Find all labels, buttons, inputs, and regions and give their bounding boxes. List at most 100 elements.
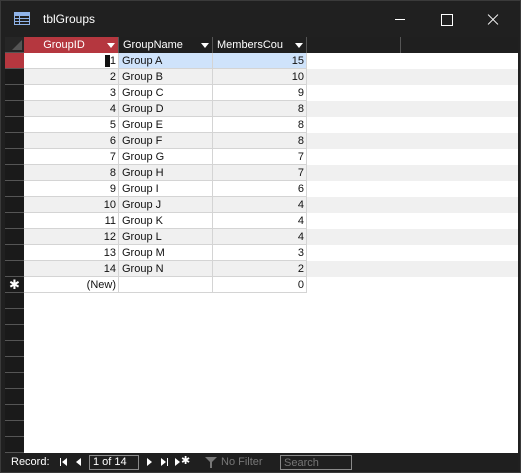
- cell-groupname[interactable]: Group L: [119, 229, 213, 245]
- table-row[interactable]: 6 Group F8: [24, 133, 518, 149]
- new-record-selector[interactable]: ✱: [5, 277, 24, 293]
- cell-groupid[interactable]: 8: [24, 165, 119, 181]
- record-selector[interactable]: [5, 245, 24, 261]
- table-row[interactable]: 10 Group J4: [24, 197, 518, 213]
- cell-groupname[interactable]: Group I: [119, 181, 213, 197]
- dropdown-arrow-icon[interactable]: [107, 43, 115, 48]
- cell-memberscount[interactable]: 6: [213, 181, 307, 197]
- cell-memberscount[interactable]: 8: [213, 117, 307, 133]
- record-selector[interactable]: [5, 261, 24, 277]
- cell-groupname[interactable]: Group H: [119, 165, 213, 181]
- horizontal-scrollbar[interactable]: [357, 457, 515, 467]
- record-selector[interactable]: [5, 229, 24, 245]
- cell-memberscount[interactable]: 15: [213, 53, 307, 69]
- record-selector[interactable]: [5, 53, 24, 69]
- cell-memberscount[interactable]: 7: [213, 165, 307, 181]
- cell-memberscount[interactable]: 2: [213, 261, 307, 277]
- cell-memberscount[interactable]: 4: [213, 213, 307, 229]
- column-header-groupname[interactable]: GroupName: [119, 37, 213, 53]
- record-selector[interactable]: [5, 197, 24, 213]
- cell-groupname[interactable]: Group J: [119, 197, 213, 213]
- cell-groupid[interactable]: 10: [24, 197, 119, 213]
- cell-groupid[interactable]: 6: [24, 133, 119, 149]
- last-record-button[interactable]: [158, 455, 172, 469]
- table-row[interactable]: 13 Group M3: [24, 245, 518, 261]
- cell-groupid[interactable]: (New): [24, 277, 119, 293]
- table-row[interactable]: 14 Group N2: [24, 261, 518, 277]
- table-row[interactable]: 3 Group C9: [24, 85, 518, 101]
- cell-groupid[interactable]: 11: [24, 213, 119, 229]
- cell-groupname[interactable]: Group D: [119, 101, 213, 117]
- dropdown-arrow-icon[interactable]: [201, 43, 209, 48]
- cell-groupid[interactable]: 5: [24, 117, 119, 133]
- new-record-button[interactable]: ✱: [173, 455, 191, 469]
- table-row[interactable]: 1 Group A 15: [24, 53, 518, 69]
- cell-groupname[interactable]: Group E: [119, 117, 213, 133]
- close-button[interactable]: [469, 1, 515, 37]
- cell-groupid[interactable]: 12: [24, 229, 119, 245]
- cell-groupid[interactable]: 7: [24, 149, 119, 165]
- cell-groupname[interactable]: Group F: [119, 133, 213, 149]
- table-row[interactable]: 2 Group B 10: [24, 69, 518, 85]
- dropdown-arrow-icon[interactable]: [295, 43, 303, 48]
- cell-memberscount[interactable]: 8: [213, 101, 307, 117]
- next-record-button[interactable]: [143, 455, 157, 469]
- table-row[interactable]: 11 Group K4: [24, 213, 518, 229]
- current-record-input[interactable]: 1 of 14: [89, 455, 139, 470]
- record-selector[interactable]: [5, 133, 24, 149]
- maximize-button[interactable]: [423, 1, 469, 37]
- record-selector[interactable]: [5, 101, 24, 117]
- record-selector[interactable]: [5, 85, 24, 101]
- cell-groupname[interactable]: Group B: [119, 69, 213, 85]
- filter-status[interactable]: No Filter: [221, 456, 263, 468]
- table-row[interactable]: 4 Group D8: [24, 101, 518, 117]
- column-header-label: MembersCou: [217, 39, 284, 51]
- search-input[interactable]: [280, 455, 352, 470]
- cell-groupname[interactable]: Group N: [119, 261, 213, 277]
- previous-record-button[interactable]: [72, 455, 86, 469]
- cell-groupid[interactable]: 13: [24, 245, 119, 261]
- cell-memberscount[interactable]: 0: [213, 277, 307, 293]
- cell-groupid[interactable]: 14: [24, 261, 119, 277]
- record-selector[interactable]: [5, 117, 24, 133]
- cell-memberscount[interactable]: 10: [213, 69, 307, 85]
- cell-groupname[interactable]: [119, 277, 213, 293]
- record-selector[interactable]: [5, 69, 24, 85]
- cell-memberscount[interactable]: 8: [213, 133, 307, 149]
- cell-groupname[interactable]: Group K: [119, 213, 213, 229]
- cell-groupname[interactable]: Group C: [119, 85, 213, 101]
- cell-memberscount[interactable]: 7: [213, 149, 307, 165]
- table-row[interactable]: 8 Group H7: [24, 165, 518, 181]
- next-icon: [147, 458, 152, 466]
- table-row[interactable]: 9 Group I6: [24, 181, 518, 197]
- previous-icon: [76, 458, 81, 466]
- cell-memberscount[interactable]: 9: [213, 85, 307, 101]
- table-row[interactable]: 5 Group E8: [24, 117, 518, 133]
- record-selector[interactable]: [5, 213, 24, 229]
- cell-memberscount[interactable]: 3: [213, 245, 307, 261]
- record-selector[interactable]: [5, 165, 24, 181]
- empty-selector: [5, 389, 24, 405]
- cell-memberscount[interactable]: 4: [213, 229, 307, 245]
- cell-groupid[interactable]: 1: [24, 53, 119, 69]
- new-record-row[interactable]: (New) 0: [24, 277, 518, 293]
- column-header-groupid[interactable]: GroupID: [24, 37, 119, 53]
- record-selector[interactable]: [5, 149, 24, 165]
- table-row[interactable]: 7 Group G7: [24, 149, 518, 165]
- record-selector[interactable]: [5, 181, 24, 197]
- cell-groupid[interactable]: 3: [24, 85, 119, 101]
- title-bar[interactable]: tblGroups: [1, 1, 520, 37]
- cell-groupid[interactable]: 2: [24, 69, 119, 85]
- column-header-empty[interactable]: [307, 37, 401, 53]
- table-row[interactable]: 12 Group L4: [24, 229, 518, 245]
- cell-groupname[interactable]: Group A: [119, 53, 213, 69]
- cell-groupname[interactable]: Group M: [119, 245, 213, 261]
- cell-groupid[interactable]: 9: [24, 181, 119, 197]
- first-record-button[interactable]: [57, 455, 71, 469]
- cell-groupname[interactable]: Group G: [119, 149, 213, 165]
- column-header-memberscount[interactable]: MembersCou: [213, 37, 307, 53]
- cell-groupid[interactable]: 4: [24, 101, 119, 117]
- cell-memberscount[interactable]: 4: [213, 197, 307, 213]
- select-all-button[interactable]: [5, 37, 24, 53]
- minimize-button[interactable]: [377, 1, 423, 37]
